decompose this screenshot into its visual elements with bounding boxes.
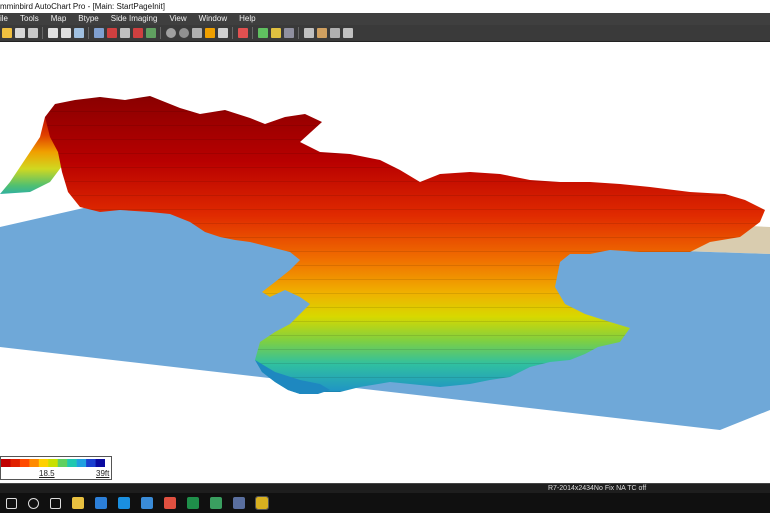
print-icon[interactable] <box>27 28 38 38</box>
zoom-out-icon[interactable] <box>60 28 71 38</box>
palette-icon[interactable] <box>237 28 248 38</box>
select-icon[interactable] <box>73 28 84 38</box>
circle-icon[interactable] <box>165 28 176 38</box>
legend-min-label: 18.5 <box>39 469 55 478</box>
task-view-icon[interactable] <box>50 497 61 509</box>
sphere-icon[interactable] <box>178 28 189 38</box>
folder-open-icon[interactable] <box>1 28 12 38</box>
legend-color-swatch <box>86 459 96 467</box>
export-icon[interactable] <box>270 28 281 38</box>
windows-taskbar <box>0 493 770 513</box>
toolbar-separator <box>160 27 161 39</box>
menu-tools[interactable]: Tools <box>14 13 45 25</box>
track-icon[interactable] <box>145 28 156 38</box>
legend-color-swatch <box>19 459 30 467</box>
menu-side-imaging[interactable]: Side Imaging <box>105 13 164 25</box>
depth-icon[interactable] <box>257 28 268 38</box>
cortana-icon[interactable] <box>28 497 39 509</box>
chrome-icon[interactable] <box>164 497 176 509</box>
legend-color-swatch <box>95 459 105 467</box>
measure-icon[interactable] <box>329 28 340 38</box>
zoom-in-icon[interactable] <box>47 28 58 38</box>
menu-file[interactable]: ile <box>0 13 14 25</box>
copy-icon[interactable] <box>217 28 228 38</box>
toolbar <box>0 25 770 42</box>
legend-color-swatch <box>10 459 21 467</box>
save-icon[interactable] <box>14 28 25 38</box>
title-bar: mminbird AutoChart Pro - [Main: StartPag… <box>0 0 770 13</box>
toolbar-separator <box>88 27 89 39</box>
toolbar-separator <box>298 27 299 39</box>
menu-window[interactable]: Window <box>193 13 233 25</box>
depth-color-scale <box>1 459 105 467</box>
menu-view[interactable]: View <box>163 13 192 25</box>
edge-icon[interactable] <box>118 497 130 509</box>
route-icon[interactable] <box>132 28 143 38</box>
layers-icon[interactable] <box>303 28 314 38</box>
autochart-icon[interactable] <box>255 496 269 510</box>
legend-color-swatch <box>76 459 87 467</box>
pencil-icon[interactable] <box>342 28 353 38</box>
window-title: mminbird AutoChart Pro - [Main: StartPag… <box>0 2 165 11</box>
legend-color-swatch <box>67 459 77 467</box>
file-explorer-icon[interactable] <box>72 497 84 509</box>
depth-legend: 18.5 39ft <box>0 456 112 480</box>
legend-color-swatch <box>57 459 68 467</box>
grid-icon[interactable] <box>283 28 294 38</box>
menu-help[interactable]: Help <box>233 13 261 25</box>
excel-icon[interactable] <box>187 497 199 509</box>
status-text: R7-2014x2434No Fix NA TC off <box>548 485 647 492</box>
toolbar-separator <box>42 27 43 39</box>
legend-max-label: 39ft <box>96 469 110 478</box>
menu-bar: ile Tools Map Btype Side Imaging View Wi… <box>0 13 770 25</box>
app-icon[interactable] <box>233 497 245 509</box>
media-player-icon[interactable] <box>141 497 153 509</box>
ruler-icon[interactable] <box>119 28 130 38</box>
square-icon[interactable] <box>191 28 202 38</box>
app-icon[interactable] <box>210 497 222 509</box>
legend-color-swatch <box>48 459 59 467</box>
map-3d-view[interactable] <box>0 42 770 488</box>
status-bar <box>0 483 770 493</box>
legend-color-swatch <box>29 459 40 467</box>
toolbar-separator <box>232 27 233 39</box>
waypoint-icon[interactable] <box>106 28 117 38</box>
legend-color-swatch <box>38 459 49 467</box>
menu-btype[interactable]: Btype <box>72 13 104 25</box>
menu-map[interactable]: Map <box>45 13 73 25</box>
settings-icon[interactable] <box>316 28 327 38</box>
contour-icon[interactable] <box>204 28 215 38</box>
toolbar-separator <box>252 27 253 39</box>
mail-icon[interactable] <box>95 497 107 509</box>
windows-search-icon[interactable] <box>6 497 17 509</box>
legend-color-swatch <box>1 459 11 467</box>
chart-icon[interactable] <box>93 28 104 38</box>
